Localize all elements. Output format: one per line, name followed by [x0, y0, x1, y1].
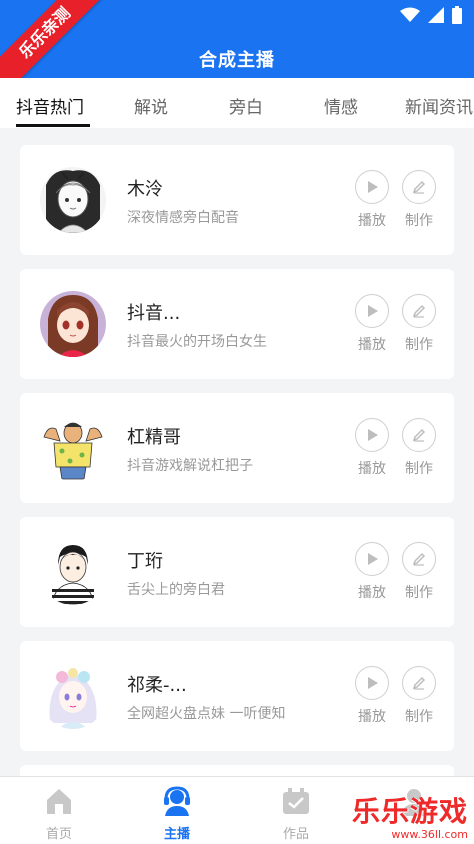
nav-anchor[interactable]: 主播 [137, 785, 217, 842]
page-title: 合成主播 [199, 50, 275, 71]
girl-sketch-avatar [40, 167, 106, 233]
anchor-card[interactable]: 丁珩 舌尖上的旁白君 播放 制作 [20, 517, 454, 627]
nav-home-label: 首页 [45, 827, 72, 842]
play-label: 播放 [358, 709, 386, 725]
tab-commentary[interactable]: 解说 [134, 93, 168, 118]
pencil-icon [412, 428, 426, 442]
play-button[interactable]: 播放 [352, 418, 392, 478]
anchor-name: 杠精哥 [127, 427, 181, 448]
tab-news[interactable]: 新闻资讯 [405, 93, 473, 118]
anchor-name: 丁珩 [127, 551, 163, 572]
nav-home[interactable]: 首页 [19, 785, 99, 842]
make-label: 制作 [405, 585, 433, 601]
make-label: 制作 [405, 461, 433, 477]
play-button[interactable]: 播放 [352, 294, 392, 354]
wifi-icon [400, 7, 420, 22]
make-label: 制作 [405, 709, 433, 725]
pencil-icon [412, 180, 426, 194]
nav-anchor-label: 主播 [163, 827, 190, 842]
anchor-description: 深夜情感旁白配音 [127, 210, 239, 226]
anchor-description: 舌尖上的旁白君 [127, 582, 225, 598]
make-button[interactable]: 制作 [399, 666, 439, 726]
anchor-description: 抖音最火的开场白女生 [127, 334, 267, 350]
anchor-headset-icon [164, 786, 190, 816]
play-button[interactable]: 播放 [352, 666, 392, 726]
anchor-description: 抖音游戏解说杠把子 [127, 458, 253, 474]
tab-emotion[interactable]: 情感 [324, 93, 358, 118]
make-button[interactable]: 制作 [399, 418, 439, 478]
anchor-name: 木泠 [127, 179, 163, 200]
tab-douyin-hot[interactable]: 抖音热门 [16, 93, 84, 118]
anchor-card[interactable]: 木泠 深夜情感旁白配音 播放 制作 [20, 145, 454, 255]
pencil-icon [412, 304, 426, 318]
anchor-card[interactable]: 祁柔-... 全网超火盘点妹 一听便知 播放 制作 [20, 641, 454, 751]
play-label: 播放 [358, 213, 386, 229]
play-icon [368, 181, 378, 193]
pencil-icon [412, 552, 426, 566]
play-icon [368, 429, 378, 441]
anchor-name: 抖音... [127, 303, 181, 324]
anime-girl-avatar [40, 291, 106, 357]
tab-narration[interactable]: 旁白 [229, 93, 263, 118]
active-tab-indicator [16, 124, 90, 127]
battery-icon [452, 6, 462, 24]
anchor-name: 祁柔-... [127, 675, 187, 696]
make-label: 制作 [405, 213, 433, 229]
make-label: 制作 [405, 337, 433, 353]
home-icon [47, 789, 71, 814]
play-label: 播放 [358, 461, 386, 477]
nav-works[interactable]: 作品 [256, 785, 336, 842]
status-bar [400, 6, 462, 24]
make-button[interactable]: 制作 [399, 294, 439, 354]
play-label: 播放 [358, 337, 386, 353]
pastel-girl-avatar [40, 663, 106, 729]
anchor-description: 全网超火盘点妹 一听便知 [127, 706, 286, 722]
play-label: 播放 [358, 585, 386, 601]
play-button[interactable]: 播放 [352, 542, 392, 602]
make-button[interactable]: 制作 [399, 542, 439, 602]
site-watermark: 乐乐游戏 www.36ll.com [352, 790, 468, 841]
pencil-icon [412, 676, 426, 690]
play-icon [368, 553, 378, 565]
nav-works-label: 作品 [282, 827, 309, 842]
anchor-card[interactable]: 杠精哥 抖音游戏解说杠把子 播放 制作 [20, 393, 454, 503]
works-icon [283, 788, 309, 814]
category-tabs: 抖音热门 解说 旁白 情感 新闻资讯 [0, 78, 474, 128]
signal-icon [428, 7, 444, 23]
boy-stripes-avatar [40, 539, 106, 605]
play-button[interactable]: 播放 [352, 170, 392, 230]
play-icon [368, 677, 378, 689]
play-icon [368, 305, 378, 317]
anchor-card[interactable]: 抖音... 抖音最火的开场白女生 播放 制作 [20, 269, 454, 379]
watermark-main: 乐乐游戏 [351, 795, 468, 828]
make-button[interactable]: 制作 [399, 170, 439, 230]
muscle-man-avatar [40, 415, 106, 481]
